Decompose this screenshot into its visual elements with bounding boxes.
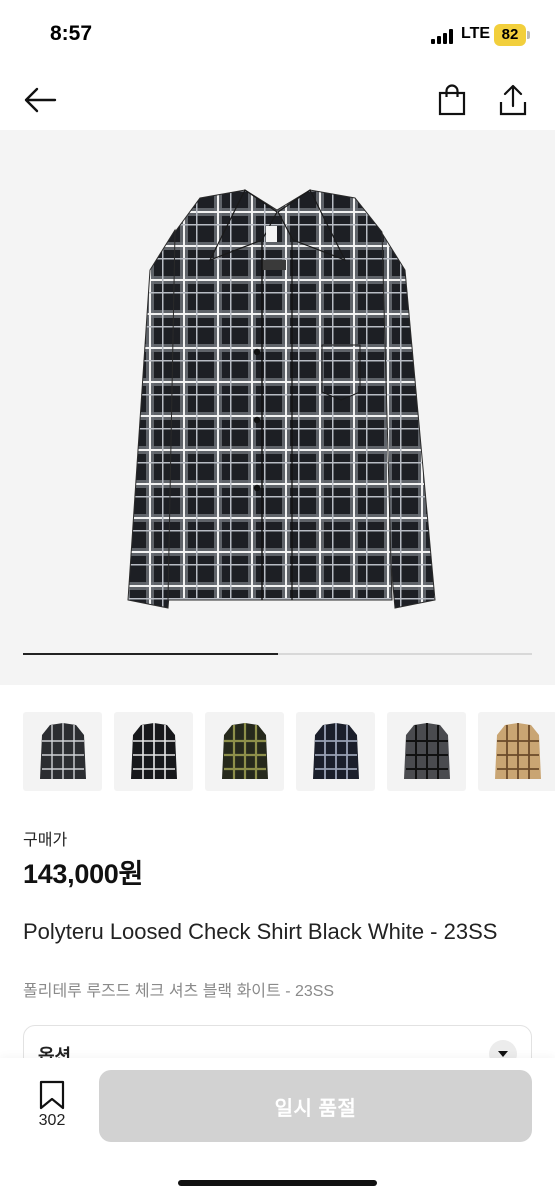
home-indicator — [178, 1180, 377, 1186]
sold-out-button[interactable]: 일시 품절 — [99, 1070, 532, 1142]
thumbnail-4[interactable] — [296, 712, 375, 791]
status-time: 8:57 — [50, 22, 93, 45]
back-button[interactable] — [18, 78, 62, 122]
price-value: 143,000원 — [23, 859, 144, 889]
thumbnail-strip — [23, 712, 555, 792]
arrow-left-icon — [24, 87, 57, 113]
battery-icon: 82 — [494, 24, 526, 46]
thumbnail-image — [130, 722, 177, 779]
product-subtitle: 폴리테루 루즈드 체크 셔츠 블랙 화이트 - 23SS — [23, 983, 335, 1000]
signal-icon — [431, 28, 455, 44]
thumbnail-image — [403, 722, 450, 779]
shopping-bag-icon — [438, 84, 466, 116]
network-type: LTE — [461, 25, 491, 42]
share-icon — [499, 84, 527, 116]
thumbnail-5[interactable] — [387, 712, 466, 791]
share-button[interactable] — [491, 78, 535, 122]
gallery-progress — [23, 653, 532, 655]
price-label: 구매가 — [23, 832, 68, 849]
thumbnail-6[interactable] — [478, 712, 555, 791]
thumbnail-image — [312, 722, 359, 779]
product-title: Polyteru Loosed Check Shirt Black White … — [23, 919, 498, 944]
bottom-action-bar: 302 일시 품절 — [0, 1058, 555, 1200]
product-image-carousel[interactable] — [0, 130, 555, 685]
product-image — [127, 189, 436, 609]
bookmark-icon — [39, 1080, 65, 1110]
thumbnail-3[interactable] — [205, 712, 284, 791]
wishlist-count: 302 — [38, 1112, 66, 1129]
gallery-progress-fill — [23, 653, 278, 655]
thumbnail-1[interactable] — [23, 712, 102, 791]
thumbnail-image — [221, 722, 268, 779]
top-nav — [0, 70, 555, 130]
thumbnail-image — [39, 722, 86, 779]
wishlist-button[interactable]: 302 — [28, 1078, 76, 1136]
battery-tip — [527, 31, 530, 39]
thumbnail-image — [494, 722, 541, 779]
thumbnail-2[interactable] — [114, 712, 193, 791]
status-bar: 8:57 LTE 82 — [0, 0, 555, 70]
cart-button[interactable] — [430, 78, 474, 122]
